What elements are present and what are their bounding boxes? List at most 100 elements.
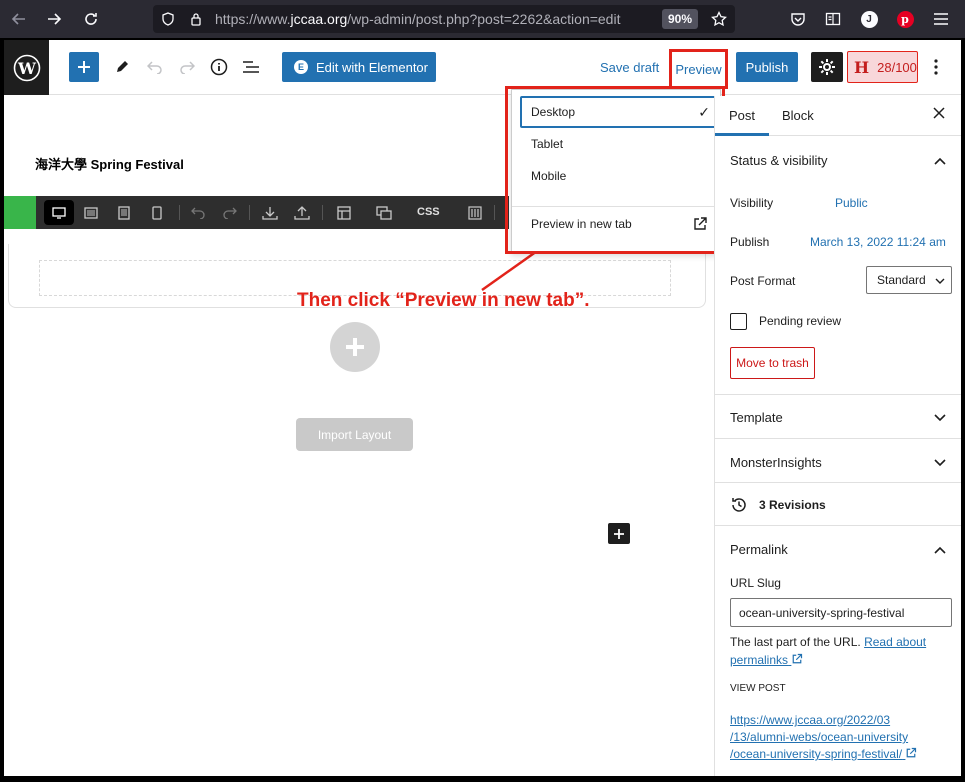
tab-block[interactable]: Block [782,108,814,123]
status-visibility-title[interactable]: Status & visibility [730,153,828,168]
desktop-option-label: Desktop [531,105,576,119]
avatar: J [860,10,878,28]
chevron-down-icon[interactable] [933,413,947,423]
preview-button[interactable]: Preview [669,49,728,89]
lock-icon[interactable] [185,8,207,30]
settings-gear-icon[interactable] [811,52,843,82]
section-divider [715,482,961,483]
info-icon[interactable] [204,52,234,82]
url-text[interactable]: https://www.jccaa.org/wp-admin/post.php?… [215,11,620,27]
reader-view-icon[interactable] [822,8,844,30]
chevron-down-icon[interactable] [933,458,947,468]
menu-divider [512,206,722,207]
upload-icon[interactable] [292,204,312,222]
post-title[interactable]: 海洋大學 Spring Festival [35,154,184,173]
css-button[interactable]: CSS [417,206,440,218]
back-icon[interactable] [8,8,30,30]
publish-button[interactable]: Publish [736,52,798,82]
view-post-label: VIEW POST [730,683,786,694]
pencil-tools-icon[interactable] [107,52,137,82]
section-divider [715,525,961,526]
edit-with-elementor-button[interactable]: E Edit with Elementor [282,52,436,82]
close-icon[interactable] [933,106,945,124]
list-view-icon[interactable] [236,52,266,82]
toolbar-divider [249,205,250,220]
elementor-button-label: Edit with Elementor [316,59,428,75]
revisions-link[interactable]: 3 Revisions [759,498,826,512]
view-post-link-tail: /ocean-university-spring-festival/ [730,747,903,761]
mobile-view-icon[interactable] [147,204,167,222]
more-options-icon[interactable] [926,55,946,79]
external-link-icon [907,747,917,758]
visibility-value[interactable]: Public [835,196,868,210]
toolbar-divider [494,205,495,220]
pending-review-label: Pending review [759,314,842,328]
add-section-plus-icon[interactable] [330,322,380,372]
reload-icon[interactable] [80,8,102,30]
permalink-title[interactable]: Permalink [730,542,788,557]
revisions-clock-icon [732,498,746,512]
pending-review-checkbox[interactable] [730,313,747,330]
preview-tablet-option[interactable]: Tablet [520,128,722,160]
sliders-icon[interactable] [465,204,485,222]
pinterest-icon[interactable]: p [894,8,916,30]
external-link-icon [692,216,708,235]
import-layout-button[interactable]: Import Layout [296,418,413,451]
elementor-redo-icon[interactable] [220,204,240,222]
redo-icon[interactable] [172,52,202,82]
view-post-link-line: /ocean-university-spring-festival/ [730,746,950,763]
inserter-plus-icon[interactable] [608,523,630,544]
preview-desktop-option[interactable]: Desktop ✓ [520,96,722,128]
url-slug-input[interactable]: ocean-university-spring-festival [730,598,952,627]
shield-icon[interactable] [157,8,179,30]
read-about-link[interactable]: Read about [864,635,926,649]
monsterinsights-title[interactable]: MonsterInsights [730,455,822,470]
preview-dropdown-menu: Desktop ✓ Tablet Mobile Preview in new t… [511,89,722,254]
hamburger-menu-icon[interactable] [930,8,952,30]
template-title[interactable]: Template [730,410,783,425]
publish-date-value[interactable]: March 13, 2022 11:24 am [810,235,946,249]
forward-icon[interactable] [43,8,65,30]
post-format-label: Post Format [730,274,796,288]
publish-label: Publish [730,235,770,249]
save-draft-button[interactable]: Save draft [600,60,659,75]
duplicate-icon[interactable] [374,204,394,222]
tab-post[interactable]: Post [729,108,755,123]
desktop-view-icon[interactable] [44,200,74,225]
layout-icon[interactable] [334,204,354,222]
sidebar-tabs: Post Block [715,96,961,136]
view-post-link[interactable]: https://www.jccaa.org/2022/03 /13/alumni… [730,712,950,763]
editor-canvas: 海洋大學 Spring Festival CSS Import Layout T… [4,86,725,776]
elementor-block-handle[interactable] [4,196,36,229]
url-bar[interactable]: https://www.jccaa.org/wp-admin/post.php?… [153,5,735,33]
editor-header: W E Edit with Elementor Save draft Previ… [4,40,961,95]
chevron-up-icon[interactable] [933,156,947,166]
elementor-logo-icon: E [294,60,308,74]
preview-mobile-option[interactable]: Mobile [520,160,722,192]
checkmark-icon: ✓ [698,103,710,120]
seo-score-button[interactable]: H 28/100 [847,51,918,83]
post-format-select[interactable]: Standard [866,266,952,294]
add-block-button[interactable] [69,52,99,82]
pocket-icon[interactable] [787,8,809,30]
new-tab-option-label: Preview in new tab [531,217,632,231]
visibility-label: Visibility [730,196,774,210]
zoom-indicator[interactable]: 90% [662,9,699,29]
account-avatar-icon[interactable]: J [858,8,880,30]
move-to-trash-button[interactable]: Move to trash [730,347,815,379]
elementor-undo-icon[interactable] [188,204,208,222]
url-help-text: The last part of the URL. Read about [730,635,926,649]
chevron-up-icon[interactable] [933,545,947,555]
section-divider [715,438,961,439]
headline-score-icon: H [854,57,870,77]
wp-editor-app: W E Edit with Elementor Save draft Previ… [4,40,961,776]
tablet-landscape-icon[interactable] [81,204,101,222]
wordpress-logo-icon[interactable]: W [4,40,49,95]
bookmark-star-icon[interactable] [708,8,730,30]
settings-sidebar: Post Block Status & visibility Visibilit… [714,96,961,776]
permalinks-link[interactable]: permalinks [730,653,803,667]
view-post-link-line: https://www.jccaa.org/2022/03 [730,713,891,727]
tablet-portrait-icon[interactable] [114,204,134,222]
undo-icon[interactable] [140,52,170,82]
download-icon[interactable] [260,204,280,222]
